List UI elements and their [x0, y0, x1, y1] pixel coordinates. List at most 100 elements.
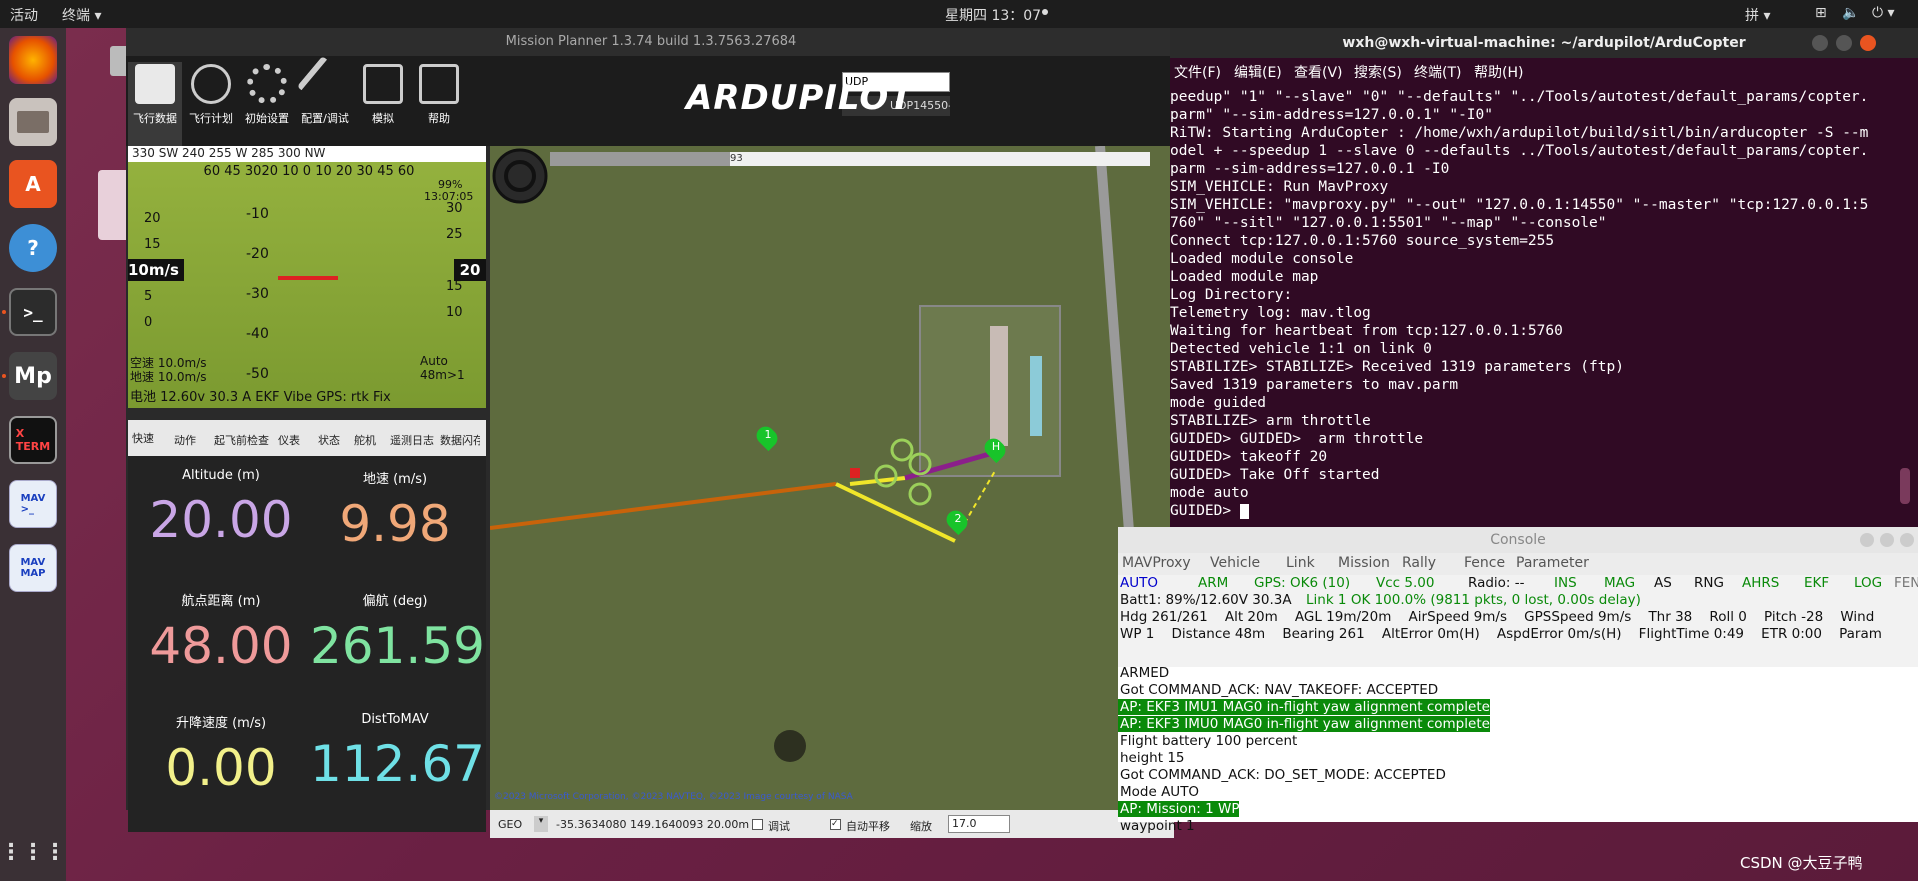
terminal-line: Connect tcp:127.0.0.1:5760 source_system…	[1170, 233, 1555, 249]
terminal-line: 760" "--sitl" "127.0.0.1:5501" "--map" "…	[1170, 215, 1607, 231]
config-tuning-button[interactable]: 配置/调试	[296, 55, 354, 146]
quick-dist-to-mav: DistToMAV 112.67	[310, 712, 485, 793]
input-method-indicator[interactable]: 拼 ▾	[1745, 5, 1770, 25]
menu-edit[interactable]: 编辑(E)	[1234, 62, 1282, 82]
menu-help[interactable]: 帮助(H)	[1474, 62, 1523, 82]
menu-file[interactable]: 文件(F)	[1174, 62, 1221, 82]
nav-status-row: Hdg 261/261 Alt 20m AGL 19m/20m AirSpeed…	[1120, 609, 1875, 625]
maximize-icon[interactable]	[1836, 35, 1852, 51]
terminal-line: parm --sim-address=127.0.0.1 -I0	[1170, 161, 1450, 177]
tab-preflight[interactable]: 起飞前检查	[214, 432, 269, 448]
zoom-input[interactable]: 17.0	[948, 815, 1010, 833]
terminal-icon[interactable]: >_	[9, 288, 57, 336]
terminal-line: mode auto	[1170, 485, 1249, 501]
status-flag: MAG	[1604, 575, 1636, 591]
software-icon[interactable]: A	[9, 160, 57, 208]
files-icon[interactable]	[9, 98, 57, 146]
heading-tape: 330 SW 240 255 W 285 300 NW	[128, 146, 486, 162]
tab-dataflash[interactable]: 数据闪存	[440, 432, 480, 448]
window-title: Mission Planner 1.3.74 build 1.3.7563.27…	[126, 28, 1176, 56]
log-line: Got COMMAND_ACK: DO_SET_MODE: ACCEPTED	[1120, 767, 1446, 783]
autopan-checkbox[interactable]: ✓	[830, 819, 841, 830]
terminal-line: GUIDED> takeoff 20	[1170, 449, 1328, 465]
flight-data-button[interactable]: 飞行数据	[128, 62, 182, 146]
quick-groundspeed: 地速 (m/s) 9.98	[339, 472, 451, 553]
help-button[interactable]: 帮助	[412, 62, 466, 146]
activities-button[interactable]: 活动	[10, 5, 38, 25]
close-icon[interactable]	[1900, 533, 1914, 547]
initial-setup-button[interactable]: 初始设置	[240, 62, 294, 146]
log-line: Flight battery 100 percent	[1120, 733, 1298, 749]
show-apps-icon[interactable]: ⋮⋮⋮	[0, 828, 66, 876]
wp-status-row: WP 1 Distance 48m Bearing 261 AltError 0…	[1120, 626, 1882, 642]
minimize-icon[interactable]	[1860, 533, 1874, 547]
coord-mode-select[interactable]: GEO	[498, 818, 522, 831]
terminal-app-menu[interactable]: 终端 ▾	[62, 5, 101, 25]
console-menu-parameter[interactable]: Parameter	[1516, 555, 1589, 571]
tab-servo[interactable]: 舵机	[354, 432, 376, 448]
terminal-line: peedup" "1" "--slave" "0" "--defaults" "…	[1170, 89, 1869, 105]
tab-quick[interactable]: 快速	[132, 430, 154, 446]
minimize-icon[interactable]	[1812, 35, 1828, 51]
console-menu-link[interactable]: Link	[1286, 555, 1315, 571]
progress-value: 93	[730, 153, 743, 164]
terminal-line: GUIDED> GUIDED> arm throttle	[1170, 431, 1424, 447]
console-log[interactable]: ARMED Got COMMAND_ACK: NAV_TAKEOFF: ACCEP…	[1118, 665, 1918, 834]
menu-terminal[interactable]: 终端(T)	[1414, 62, 1461, 82]
tab-status[interactable]: 状态	[318, 432, 340, 448]
log-line: Got COMMAND_ACK: NAV_TAKEOFF: ACCEPTED	[1120, 682, 1439, 698]
battery-status: Batt1: 89%/12.60V 30.3A	[1120, 592, 1292, 608]
terminal-line: SIM_VEHICLE: "mavproxy.py" "--out" "127.…	[1170, 197, 1869, 213]
quick-yaw: 偏航 (deg) 261.59	[310, 594, 485, 675]
quick-altitude: Altitude (m) 20.00	[149, 468, 293, 549]
terminal-scrollbar[interactable]	[1900, 88, 1910, 508]
network-icon[interactable]: ⊞	[1815, 5, 1827, 21]
waypoint-label: 2	[954, 512, 962, 525]
status-flag: AS	[1654, 575, 1672, 591]
volume-icon[interactable]: 🔈	[1842, 5, 1859, 21]
link-status: Link 1 OK 100.0% (9811 pkts, 0 lost, 0.0…	[1306, 592, 1641, 608]
console-menu-mission[interactable]: Mission	[1338, 555, 1390, 571]
terminal-line: Loaded module console	[1170, 251, 1354, 267]
flight-data-icon	[135, 64, 175, 104]
console-menu-fence[interactable]: Fence	[1464, 555, 1505, 571]
console-menu-rally[interactable]: Rally	[1402, 555, 1436, 571]
maximize-icon[interactable]	[1880, 533, 1894, 547]
mav-console-icon[interactable]: MAV >_	[9, 480, 57, 528]
firefox-icon[interactable]	[9, 36, 57, 84]
menu-view[interactable]: 查看(V)	[1294, 62, 1343, 82]
menu-search[interactable]: 搜索(S)	[1354, 62, 1402, 82]
tab-gauges[interactable]: 仪表	[278, 432, 300, 448]
help-icon[interactable]: ?	[9, 224, 57, 272]
map-view[interactable]: 1 2 H 93 ©2023 Microsoft Corporation, ©2…	[490, 146, 1174, 810]
hud-status-line: 电池 12.60v 30.3 A EKF Vibe GPS: rtk Fix	[130, 390, 391, 405]
flight-plan-button[interactable]: 飞行计划	[184, 62, 238, 146]
terminal-title: wxh@wxh-virtual-machine: ~/ardupilot/Ard…	[1170, 28, 1918, 58]
terminal-line: RiTW: Starting ArduCopter : /home/wxh/ar…	[1170, 125, 1869, 141]
xterm-icon[interactable]: X TERM	[9, 416, 57, 464]
help-icon	[419, 64, 459, 104]
debug-checkbox[interactable]	[752, 819, 763, 830]
mission-planner-icon[interactable]: Mp	[9, 352, 57, 400]
waypoint-label: 1	[764, 428, 772, 441]
aircraft-symbol	[278, 276, 338, 280]
simulation-button[interactable]: 模拟	[356, 62, 410, 146]
dropdown-arrow-icon[interactable]: ▾	[534, 816, 548, 832]
tab-actions[interactable]: 动作	[174, 432, 196, 448]
terminal-line: Saved 1319 parameters to mav.parm	[1170, 377, 1459, 393]
groundspeed-text: 地速 10.0m/s	[130, 370, 207, 384]
terminal-output[interactable]: peedup" "1" "--slave" "0" "--defaults" "…	[1170, 88, 1918, 528]
setup-icon	[247, 64, 287, 104]
quick-wp-distance: 航点距离 (m) 48.00	[149, 594, 293, 675]
mav-map-icon[interactable]: MAV MAP	[9, 544, 57, 592]
power-icon[interactable]: ⏻ ▾	[1872, 5, 1895, 21]
console-menu-vehicle[interactable]: Vehicle	[1210, 555, 1260, 571]
console-menu-mavproxy[interactable]: MAVProxy	[1122, 555, 1191, 571]
terminal-menubar: 文件(F) 编辑(E) 查看(V) 搜索(S) 终端(T) 帮助(H)	[1170, 58, 1918, 84]
close-icon[interactable]	[1860, 35, 1876, 51]
vehicle-icon[interactable]	[850, 468, 860, 478]
clock[interactable]: 星期四 13：07	[945, 5, 1041, 25]
console-menubar: MAVProxy Vehicle Link Mission Rally Fence Para…	[1118, 553, 1918, 575]
tab-tlogs[interactable]: 遥测日志	[390, 432, 434, 448]
log-line: height 15	[1120, 750, 1185, 766]
